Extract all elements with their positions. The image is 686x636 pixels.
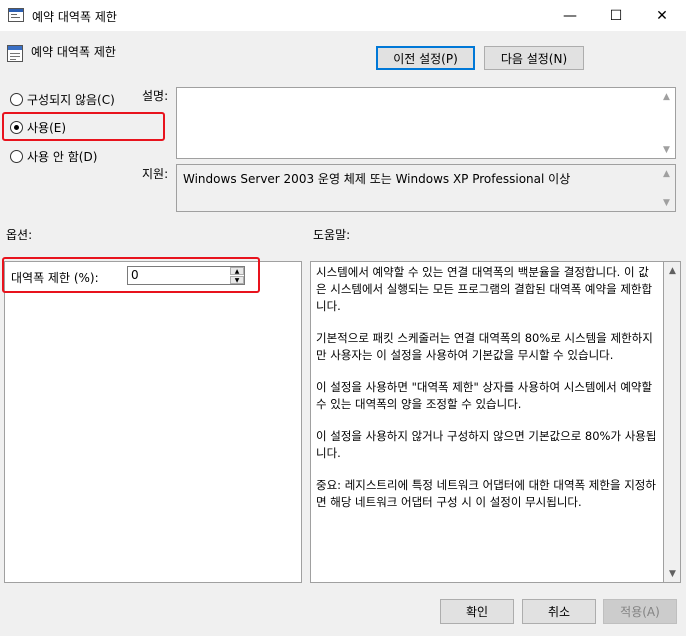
policy-name: 예약 대역폭 제한 <box>31 45 116 59</box>
cancel-button[interactable]: 취소 <box>522 599 596 624</box>
help-paragraph: 시스템에서 예약할 수 있는 연결 대역폭의 백분율을 결정합니다. 이 값은 … <box>316 265 653 313</box>
maximize-icon: ☐ <box>609 7 623 24</box>
policy-window-icon <box>8 8 24 22</box>
scroll-up-icon[interactable]: ▲ <box>658 165 675 182</box>
apply-button[interactable]: 적용(A) <box>603 599 677 624</box>
supported-scrollbar[interactable]: ▲ ▼ <box>658 165 675 211</box>
scroll-down-icon[interactable]: ▼ <box>658 141 675 158</box>
help-pane: 시스템에서 예약할 수 있는 연결 대역폭의 백분율을 결정합니다. 이 값은 … <box>310 261 664 583</box>
radio-disabled[interactable]: 사용 안 함(D) <box>10 148 97 165</box>
options-pane <box>4 261 302 583</box>
scroll-up-icon[interactable]: ▲ <box>658 88 675 105</box>
bandwidth-limit-label: 대역폭 제한 (%): <box>11 271 99 285</box>
next-setting-button[interactable]: 다음 설정(N) <box>484 46 584 70</box>
help-paragraph: 이 설정을 사용하지 않거나 구성하지 않으면 기본값으로 80%가 사용됩니다… <box>316 429 657 460</box>
radio-label: 사용 안 함(D) <box>27 150 98 164</box>
options-label: 옵션: <box>6 228 33 242</box>
maximize-button[interactable]: ☐ <box>593 0 639 31</box>
comment-textarea[interactable]: ▲ ▼ <box>176 87 676 159</box>
scroll-up-icon[interactable]: ▲ <box>664 262 681 279</box>
close-icon: ✕ <box>656 7 668 24</box>
comment-scrollbar[interactable]: ▲ ▼ <box>658 88 675 158</box>
previous-setting-button[interactable]: 이전 설정(P) <box>376 46 475 70</box>
help-scrollbar[interactable]: ▲ ▼ <box>664 261 681 583</box>
help-paragraph: 이 설정을 사용하면 "대역폭 제한" 상자를 사용하여 시스템에서 예약할 수… <box>316 380 653 411</box>
help-label: 도움말: <box>313 228 351 242</box>
close-button[interactable]: ✕ <box>639 0 685 31</box>
radio-label: 구성되지 않음(C) <box>27 93 115 107</box>
comment-label: 설명: <box>142 89 169 103</box>
radio-enabled[interactable]: 사용(E) <box>10 119 66 136</box>
radio-label: 사용(E) <box>27 121 67 135</box>
spin-up-icon[interactable]: ▲ <box>230 267 244 275</box>
radio-not-configured[interactable]: 구성되지 않음(C) <box>10 91 115 108</box>
supported-box: Windows Server 2003 운영 체제 또는 Windows XP … <box>176 164 676 212</box>
ok-button[interactable]: 확인 <box>440 599 514 624</box>
radio-button[interactable] <box>10 150 23 163</box>
scroll-down-icon[interactable]: ▼ <box>664 565 681 582</box>
minimize-button[interactable]: — <box>547 0 593 31</box>
spin-down-icon[interactable]: ▼ <box>230 276 244 284</box>
radio-button[interactable] <box>10 93 23 106</box>
help-paragraph: 중요: 레지스트리에 특정 네트워크 어댑터에 대한 대역폭 제한을 지정하면 … <box>316 478 656 509</box>
scroll-down-icon[interactable]: ▼ <box>658 194 675 211</box>
help-paragraph: 기본적으로 패킷 스케줄러는 연결 대역폭의 80%로 시스템을 제한하지만 사… <box>316 331 653 362</box>
bandwidth-limit-value[interactable]: 0 <box>131 268 139 282</box>
supported-text: Windows Server 2003 운영 체제 또는 Windows XP … <box>183 172 571 186</box>
minimize-icon: — <box>563 7 577 24</box>
policy-setting-icon <box>7 45 23 62</box>
help-text: 시스템에서 예약할 수 있는 연결 대역폭의 백분율을 결정합니다. 이 값은 … <box>311 262 663 511</box>
bandwidth-limit-spinner[interactable]: 0 ▲ ▼ <box>127 266 245 285</box>
window-title: 예약 대역폭 제한 <box>32 10 117 24</box>
supported-label: 지원: <box>142 167 169 181</box>
radio-button-selected[interactable] <box>10 121 23 134</box>
